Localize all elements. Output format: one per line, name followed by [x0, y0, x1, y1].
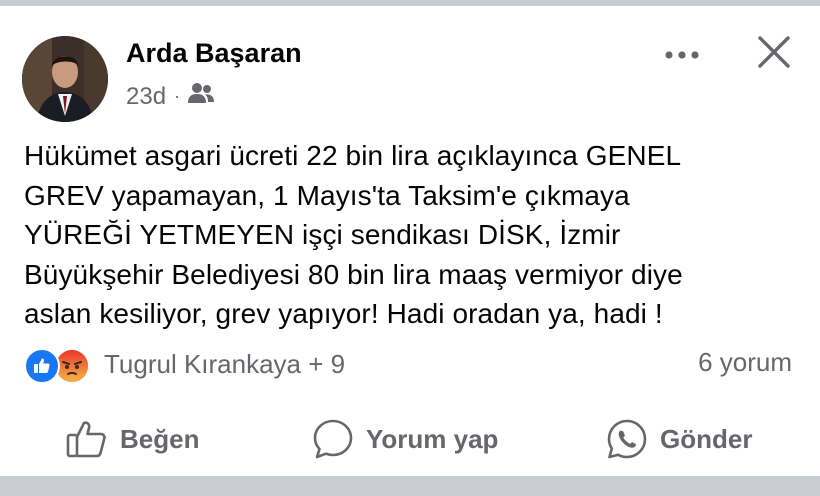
- friends-icon: [188, 82, 215, 111]
- comment-bubble-icon: [313, 419, 353, 459]
- post-text: Hükümet asgari ücreti 22 bin lira açıkla…: [24, 140, 683, 329]
- whatsapp-icon: [607, 419, 647, 459]
- post-timestamp[interactable]: 23d: [126, 83, 166, 111]
- reactions-summary[interactable]: Tugrul Kırankaya + 9: [24, 344, 345, 384]
- comment-button[interactable]: Yorum yap: [312, 411, 498, 467]
- ellipsis-icon: [665, 51, 699, 59]
- avatar-photo: [22, 36, 108, 122]
- meta-separator: ·: [174, 86, 181, 106]
- author-name[interactable]: Arda Başaran: [126, 38, 302, 69]
- reaction-names[interactable]: Tugrul Kırankaya + 9: [104, 349, 345, 380]
- thumbs-up-icon: [66, 421, 106, 458]
- comments-count[interactable]: 6 yorum: [698, 347, 792, 378]
- send-button[interactable]: Gönder: [606, 411, 752, 467]
- reaction-icons: [24, 346, 94, 384]
- close-button[interactable]: [754, 32, 794, 72]
- like-label: Beğen: [120, 423, 200, 454]
- more-options-button[interactable]: [662, 40, 702, 70]
- comment-label: Yorum yap: [366, 423, 499, 454]
- close-icon: [758, 36, 790, 68]
- like-button[interactable]: Beğen: [66, 411, 199, 467]
- send-label: Gönder: [660, 423, 753, 454]
- post-actions-bar: Beğen Yorum yap Gönder: [0, 411, 820, 467]
- post-card: Arda Başaran 23d · Hükümet asgari ücreti…: [0, 6, 820, 476]
- author-avatar[interactable]: [22, 36, 108, 122]
- post-meta: 23d ·: [126, 82, 215, 111]
- like-reaction-icon: [24, 348, 60, 384]
